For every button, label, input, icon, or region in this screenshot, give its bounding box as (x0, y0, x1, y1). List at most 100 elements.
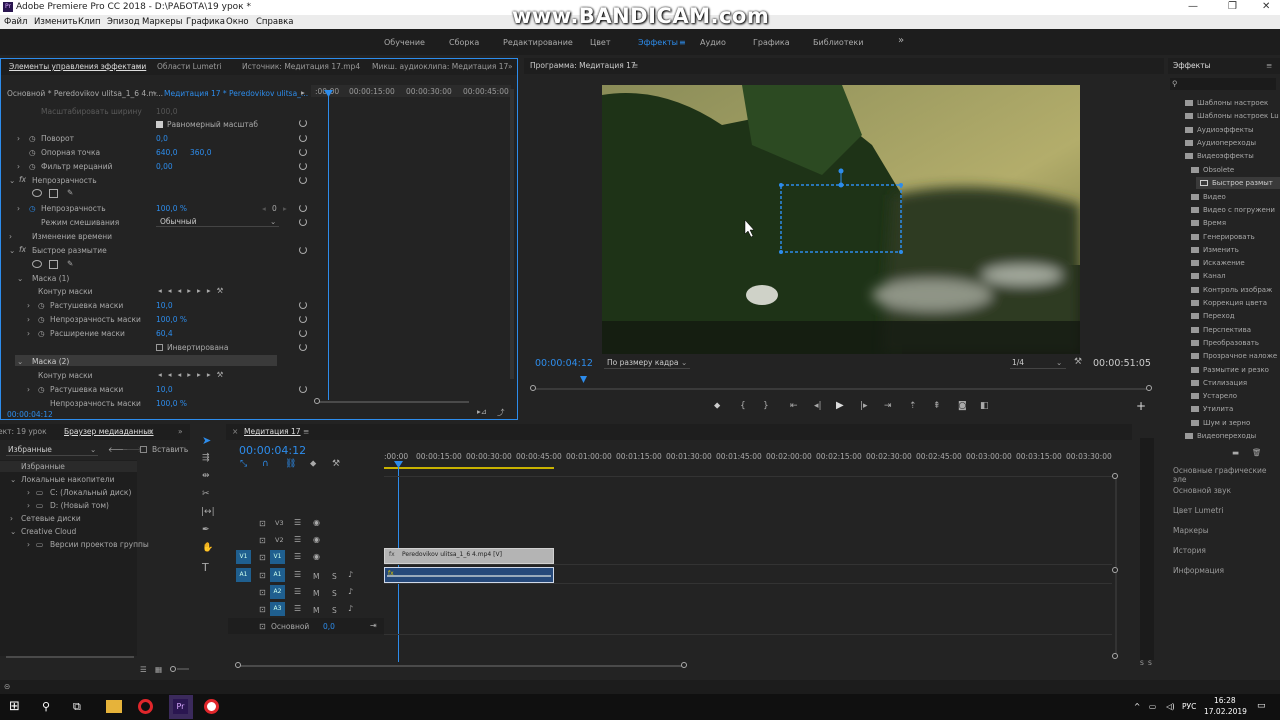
zoom-slider-handle[interactable] (170, 666, 176, 672)
expand-arrow-icon[interactable]: › (27, 501, 30, 510)
workspace-color[interactable]: Цвет (590, 38, 611, 47)
ec-timecode[interactable]: 00:00:04:12 (7, 410, 53, 419)
scroll-handle-left[interactable] (314, 398, 320, 404)
effects-item[interactable]: Время (1191, 219, 1226, 227)
pen-tool-icon[interactable]: ✒ (202, 525, 210, 535)
stopwatch-icon[interactable]: ◷ (29, 134, 36, 143)
timeline-h-scroll[interactable] (238, 665, 684, 667)
track-label[interactable]: V2 (275, 536, 284, 544)
reset-icon[interactable] (299, 176, 307, 184)
panel-lumetri-color[interactable]: Цвет Lumetri (1173, 506, 1223, 515)
volume-icon[interactable]: ◁) (1166, 702, 1175, 711)
effects-item[interactable]: Размытие и резко (1191, 366, 1269, 374)
effects-item[interactable]: Прозрачное наложе (1191, 352, 1277, 360)
more-tabs-icon[interactable]: » (178, 427, 183, 436)
workspace-graphics[interactable]: Графика (753, 38, 790, 47)
menu-graphics[interactable]: Графика (186, 17, 225, 27)
search-icon[interactable]: ⚲ (42, 700, 50, 713)
expand-arrow-icon[interactable]: › (27, 540, 30, 549)
next-keyframe-icon[interactable]: ▸ (283, 204, 287, 213)
reset-icon[interactable] (299, 134, 307, 142)
ec-horizontal-scroll[interactable] (319, 401, 469, 403)
windows-start-icon[interactable]: ⊞ (9, 699, 20, 714)
delete-icon[interactable]: 🗑 (1252, 448, 1262, 457)
effects-item[interactable]: Утилита (1191, 405, 1233, 413)
effects-item[interactable]: Преобразовать (1191, 339, 1259, 347)
step-back-icon[interactable]: ◂| (814, 401, 822, 411)
timeline-settings-icon[interactable]: ⚒ (332, 459, 340, 469)
mark-in-icon[interactable]: { (740, 401, 746, 411)
mute-button[interactable]: M (313, 606, 319, 615)
inverted-checkbox[interactable] (156, 344, 163, 351)
panel-essential-sound[interactable]: Основной звук (1173, 486, 1231, 495)
effects-item[interactable]: Видео (1191, 193, 1226, 201)
tree-h-scroll[interactable] (6, 656, 134, 658)
menu-sequence[interactable]: Эпизод (107, 17, 140, 27)
sequence-clip-label[interactable]: Медитация 17 * Peredovikov ulitsa_... (164, 89, 308, 98)
export-icon[interactable]: ⤴ (497, 407, 505, 418)
track-label[interactable]: V3 (275, 519, 284, 527)
expand-arrow-icon[interactable]: › (17, 134, 20, 143)
workspace-audio[interactable]: Аудио (700, 38, 726, 47)
microphone-icon[interactable]: ♪ (348, 570, 353, 579)
stopwatch-icon[interactable]: ◷ (29, 148, 36, 157)
panel-menu-icon[interactable]: ≡ (147, 427, 153, 436)
sync-lock-icon[interactable]: ☰ (294, 552, 301, 561)
panel-markers[interactable]: Маркеры (1173, 526, 1209, 535)
sync-lock-icon[interactable]: ☰ (294, 570, 301, 579)
tree-item[interactable]: Сетевые диски (21, 514, 81, 523)
sync-lock-icon[interactable]: ☰ (294, 604, 301, 613)
ellipse-mask-icon[interactable] (32, 260, 42, 268)
video-clip[interactable]: fx Peredovikov ulitsa_1_6 4.mp4 [V] (384, 548, 554, 564)
stopwatch-icon[interactable]: ◷ (38, 329, 45, 338)
tree-item[interactable]: Creative Cloud (21, 527, 76, 536)
reset-icon[interactable] (299, 246, 307, 254)
collapse-arrow-icon[interactable]: ⌄ (17, 274, 23, 283)
eye-icon[interactable]: ◉ (313, 518, 320, 527)
reset-icon[interactable] (299, 329, 307, 337)
mute-button[interactable]: M (313, 572, 319, 581)
stopwatch-icon[interactable]: ◷ (29, 162, 36, 171)
sync-lock-icon[interactable]: ☰ (294, 518, 301, 527)
expand-arrow-icon[interactable]: › (27, 315, 30, 324)
go-to-in-icon[interactable]: ⇤ (790, 401, 798, 411)
solo-button[interactable]: S (332, 572, 337, 581)
pen-mask-icon[interactable]: ✎ (67, 188, 73, 197)
collapse-arrow-icon[interactable]: ⌄ (10, 475, 16, 484)
effects-item[interactable]: Канал (1191, 272, 1226, 280)
collapse-arrow-icon[interactable]: ⌄ (9, 176, 15, 185)
go-to-end-icon[interactable]: ⇥ (370, 621, 377, 630)
effects-item[interactable]: Перспектива (1191, 326, 1251, 334)
tray-arrow-icon[interactable]: ^ (1134, 702, 1140, 711)
new-bin-icon[interactable]: ▬ (1232, 448, 1239, 457)
zoom-handle-left[interactable] (530, 385, 536, 391)
rectangle-mask-icon[interactable] (49, 260, 58, 269)
fx-icon[interactable]: fx (19, 175, 26, 184)
reset-icon[interactable] (299, 162, 307, 170)
opera-browser-icon[interactable] (138, 699, 153, 714)
uniform-scale-checkbox[interactable] (156, 121, 163, 128)
expand-arrow-icon[interactable]: › (27, 488, 30, 497)
snap-icon[interactable]: ∩ (262, 459, 269, 469)
icon-view-icon[interactable]: ▦ (155, 665, 162, 674)
mask-track-controls[interactable]: ◂◂◂▸▸▸⚒ (158, 370, 229, 379)
ec-scrollbar[interactable] (510, 89, 514, 379)
timeline-v-scroll[interactable] (1115, 474, 1117, 656)
mask-feather-value[interactable]: 10,0 (156, 385, 173, 394)
master-volume-value[interactable]: 0,0 (323, 622, 335, 631)
expand-arrow-icon[interactable]: › (17, 162, 20, 171)
h-scroll-handle-left[interactable] (235, 662, 241, 668)
blend-mode-dropdown[interactable]: Обычный ⌄ (156, 216, 279, 227)
collapse-arrow-icon[interactable]: ⌄ (10, 527, 16, 536)
lock-icon[interactable]: ⊡ (259, 519, 266, 528)
wrench-icon[interactable]: ⚒ (1074, 357, 1082, 367)
expand-arrow-icon[interactable]: › (10, 514, 13, 523)
track-target-a3[interactable]: A3 (270, 602, 285, 616)
button-editor-icon[interactable]: + (1136, 399, 1146, 413)
menu-markers[interactable]: Маркеры (142, 17, 182, 27)
notifications-icon[interactable]: ▭ (1257, 701, 1266, 711)
effects-item[interactable]: Коррекция цвета (1191, 299, 1267, 307)
effects-item[interactable]: Искажение (1191, 259, 1245, 267)
source-patch-v1[interactable]: V1 (236, 550, 251, 564)
rectangle-mask-icon[interactable] (49, 189, 58, 198)
